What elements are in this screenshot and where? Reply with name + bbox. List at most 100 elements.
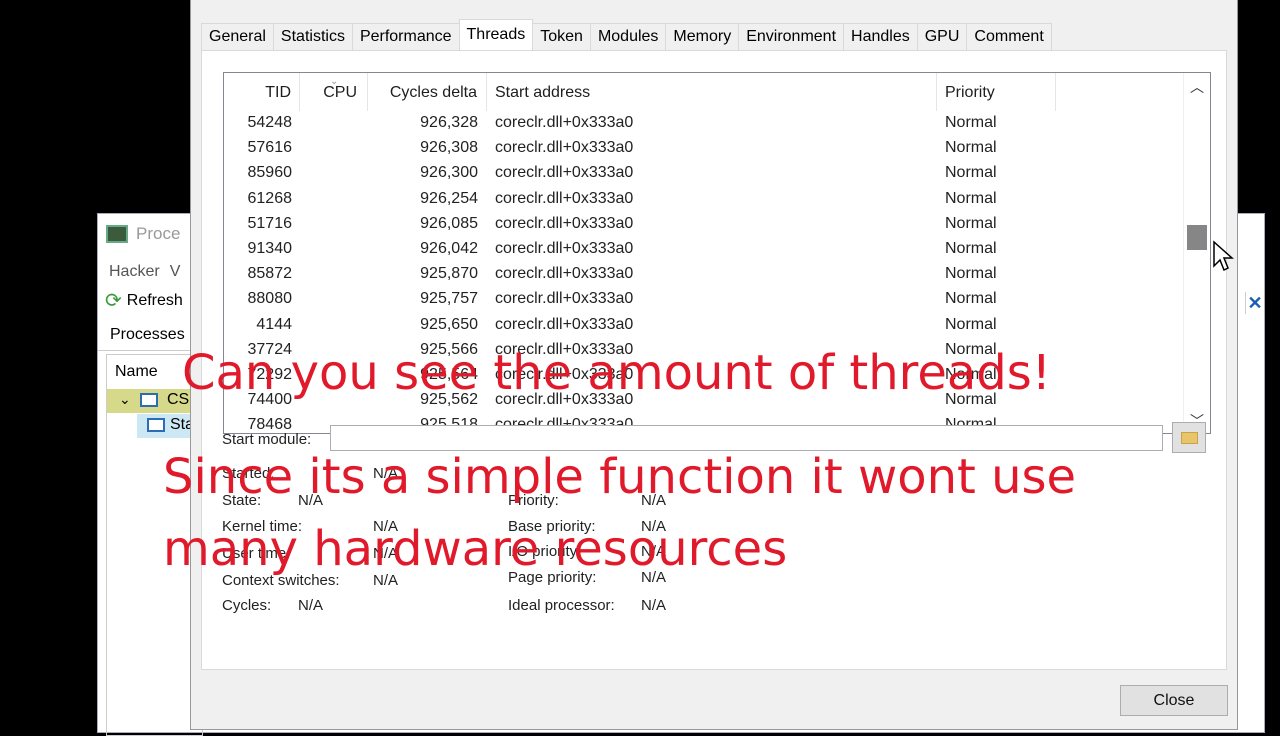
tab-bar: General Statistics Performance Threads T…: [201, 19, 1052, 50]
thread-tid: 91340: [247, 239, 293, 257]
tab-statistics[interactable]: Statistics: [272, 23, 353, 50]
thread-priority: Normal: [945, 114, 997, 131]
thread-priority: Normal: [945, 290, 997, 308]
scroll-up-chevron-icon[interactable]: ︿: [1190, 77, 1204, 97]
tab-processes[interactable]: Processes: [110, 326, 185, 344]
thread-cycles-delta: 925,650: [420, 315, 478, 333]
thread-start-address: coreclr.dll+0x333a0: [495, 214, 634, 232]
column-start-address[interactable]: Start address: [487, 73, 937, 111]
thread-start-address: coreclr.dll+0x333a0: [495, 139, 634, 157]
thread-row[interactable]: 85872 925,870 coreclr.dll+0x333a0 Normal: [224, 262, 1184, 287]
thread-row[interactable]: 61268 926,254 coreclr.dll+0x333a0 Normal: [224, 187, 1184, 212]
thread-tid: 61268: [247, 189, 293, 207]
thread-cycles-delta: 926,254: [420, 189, 478, 207]
window-icon: [140, 393, 158, 407]
mouse-cursor-icon: [1213, 240, 1234, 272]
thread-start-address: coreclr.dll+0x333a0: [495, 290, 634, 308]
caption-line-3: many hardware resources: [163, 521, 788, 577]
cycles-label: Cycles:: [222, 597, 272, 614]
menu-bar: Hacker V: [109, 263, 180, 281]
tab-performance[interactable]: Performance: [351, 23, 460, 50]
collapse-chevron-icon[interactable]: ⌄: [119, 391, 131, 408]
column-start-label: Start address: [495, 84, 591, 101]
thread-tid: 88080: [247, 290, 293, 308]
thread-start-address: coreclr.dll+0x333a0: [495, 164, 634, 182]
folder-icon: [1181, 432, 1198, 444]
main-window-title: Proce: [106, 224, 180, 244]
thread-row[interactable]: 54248 926,328 coreclr.dll+0x333a0 Normal: [224, 111, 1184, 136]
thread-row[interactable]: 57616 926,308 coreclr.dll+0x333a0 Normal: [224, 136, 1184, 161]
threads-list-header: TID ⌄ CPU Cycles delta Start address Prio…: [224, 73, 1184, 112]
main-window-title-text: Proce: [136, 224, 181, 243]
ideal-processor-label: Ideal processor:: [508, 597, 615, 614]
sort-chevron-icon: ⌄: [330, 76, 339, 87]
tab-threads[interactable]: Threads: [458, 19, 534, 50]
thread-start-address: coreclr.dll+0x333a0: [495, 315, 634, 333]
thread-row[interactable]: 88080 925,757 coreclr.dll+0x333a0 Normal: [224, 287, 1184, 312]
thread-priority: Normal: [945, 139, 997, 157]
column-tid-label: TID: [265, 84, 291, 101]
tab-modules[interactable]: Modules: [589, 23, 667, 50]
scrollbar-thumb[interactable]: [1187, 225, 1207, 250]
start-module-label: Start module:: [222, 431, 312, 448]
tab-general[interactable]: General: [201, 23, 274, 50]
thread-start-address: coreclr.dll+0x333a0: [495, 265, 634, 283]
toolbar: ⟳ Refresh: [105, 291, 183, 311]
thread-start-address: coreclr.dll+0x333a0: [495, 114, 634, 131]
thread-tid: 51716: [247, 214, 293, 232]
column-priority-label: Priority: [945, 84, 995, 101]
process-hacker-icon: [106, 225, 128, 243]
close-icon[interactable]: ✕: [1245, 292, 1264, 314]
thread-cycles-delta: 926,300: [420, 164, 478, 182]
refresh-icon[interactable]: ⟳: [105, 291, 122, 311]
refresh-button[interactable]: Refresh: [127, 292, 183, 310]
caption-line-1: Can you see the amount of threads!: [182, 345, 1051, 401]
column-cpu-label: CPU: [323, 84, 357, 101]
thread-tid: 57616: [247, 139, 293, 157]
thread-priority: Normal: [945, 265, 997, 283]
thread-row[interactable]: 85960 926,300 coreclr.dll+0x333a0 Normal: [224, 161, 1184, 186]
thread-cycles-delta: 925,757: [420, 290, 478, 308]
thread-start-address: coreclr.dll+0x333a0: [495, 189, 634, 207]
menu-view[interactable]: V: [170, 263, 181, 281]
thread-row[interactable]: 51716 926,085 coreclr.dll+0x333a0 Normal: [224, 212, 1184, 237]
tab-token[interactable]: Token: [532, 23, 591, 50]
caption-line-2: Since its a simple function it wont use: [163, 449, 1077, 505]
thread-tid: 85960: [247, 164, 293, 182]
thread-priority: Normal: [945, 315, 997, 333]
tab-comment[interactable]: Comment: [966, 23, 1052, 50]
window-icon: [147, 418, 165, 432]
thread-tid: 54248: [247, 114, 293, 131]
column-cpu[interactable]: ⌄ CPU: [300, 73, 368, 111]
column-priority[interactable]: Priority: [937, 73, 1056, 111]
column-cycles-delta[interactable]: Cycles delta: [368, 73, 487, 111]
thread-cycles-delta: 926,042: [420, 239, 478, 257]
start-module-field[interactable]: [330, 425, 1163, 451]
thread-cycles-delta: 925,870: [420, 265, 478, 283]
column-header-name[interactable]: Name: [115, 363, 158, 381]
tab-handles[interactable]: Handles: [843, 23, 918, 50]
column-tid[interactable]: TID: [224, 73, 300, 111]
thread-row[interactable]: 4144 925,650 coreclr.dll+0x333a0 Normal: [224, 313, 1184, 338]
open-folder-button[interactable]: [1172, 422, 1206, 453]
thread-tid: 4144: [256, 315, 292, 333]
thread-priority: Normal: [945, 214, 997, 232]
thread-priority: Normal: [945, 239, 997, 257]
vertical-scrollbar[interactable]: ︿ ﹀: [1183, 73, 1210, 433]
thread-priority: Normal: [945, 164, 997, 182]
thread-cycles-delta: 926,328: [420, 114, 478, 131]
tab-memory[interactable]: Memory: [665, 23, 740, 50]
thread-cycles-delta: 926,308: [420, 139, 478, 157]
close-button[interactable]: Close: [1120, 685, 1228, 716]
thread-tid: 85872: [247, 265, 293, 283]
cycles-value: N/A: [298, 597, 324, 614]
thread-cycles-delta: 926,085: [420, 214, 478, 232]
tab-environment[interactable]: Environment: [738, 23, 845, 50]
tab-gpu[interactable]: GPU: [916, 23, 968, 50]
thread-start-address: coreclr.dll+0x333a0: [495, 239, 634, 257]
column-cycles-label: Cycles delta: [389, 84, 477, 101]
ideal-processor-value: N/A: [641, 597, 667, 614]
thread-priority: Normal: [945, 189, 997, 207]
thread-row[interactable]: 91340 926,042 coreclr.dll+0x333a0 Normal: [224, 237, 1184, 262]
menu-hacker[interactable]: Hacker: [109, 263, 160, 281]
